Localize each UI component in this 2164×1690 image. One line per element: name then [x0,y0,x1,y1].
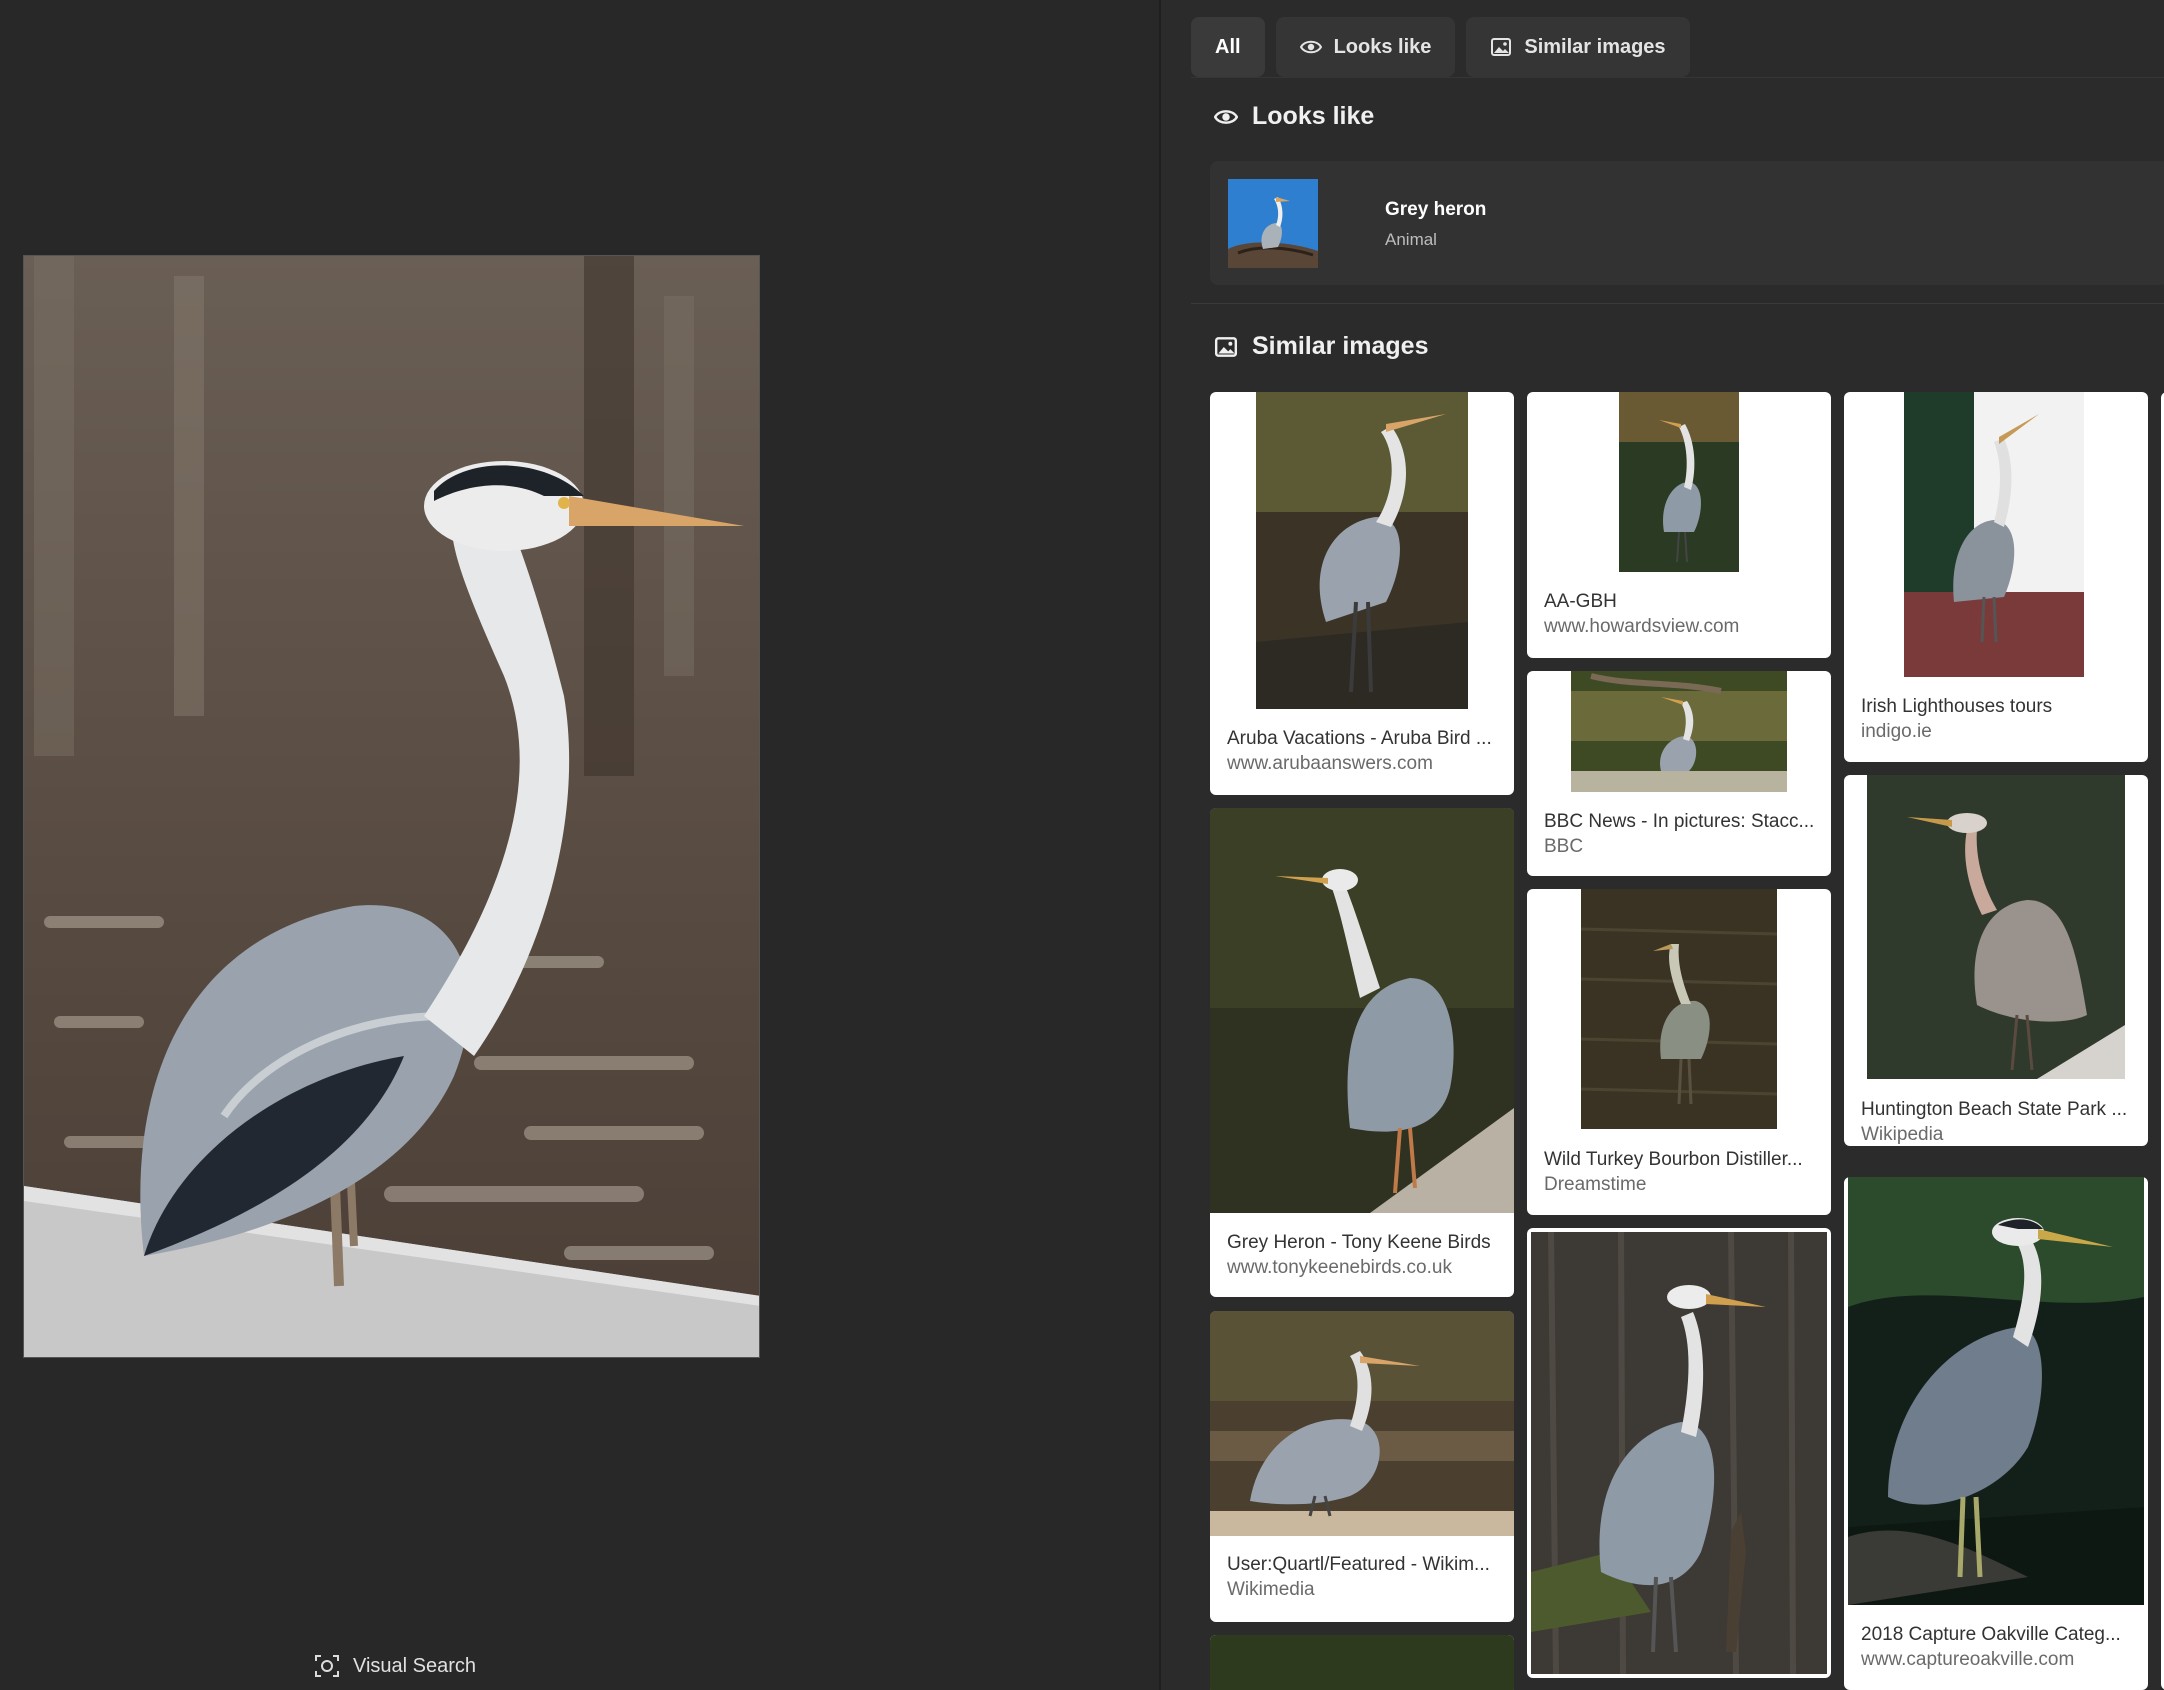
similar-image-title: Grey Heron - Tony Keene Birds [1227,1232,1491,1253]
similar-image-thumbnail [1904,392,2084,677]
tabs-divider [1191,77,2164,78]
visual-search-label: Visual Search [353,1654,477,1677]
similar-image-title: BBC News - In pictures: Stacc... [1544,811,1815,832]
similar-image-title: 2018 Capture Oakville Categ... [1861,1624,2121,1645]
similar-image-title: Wild Turkey Bourbon Distiller... [1544,1149,1803,1170]
similar-image-title: User:Quartl/Featured - Wikim... [1227,1554,1490,1575]
tab-looks-like[interactable]: Looks like [1275,17,1456,77]
looks-like-subtitle: Animal [1385,230,1437,249]
similar-image-card[interactable]: Wild Turkey Bourbon Distiller... Dreamst… [1527,889,1831,1215]
visual-search-icon [315,1655,339,1677]
similar-image-thumbnail [1867,775,2125,1079]
similar-image-card[interactable]: 2018 Capture Oakville Categ... www.captu… [1844,1177,2148,1690]
similar-image-title: AA-GBH [1544,591,1617,612]
similar-image-source: www.howardsview.com [1544,616,1740,637]
section-divider [1191,303,2164,304]
looks-like-result[interactable]: Grey heron Animal [1210,161,2164,285]
similar-image-title: Irish Lighthouses tours [1861,696,2053,717]
tab-all[interactable]: All [1191,17,1265,77]
similar-image-thumbnail [1571,671,1787,792]
similar-image-source: Wikipedia [1861,1124,1944,1145]
looks-like-title: Grey heron [1385,199,1487,220]
similar-image-source: Wikimedia [1227,1579,1315,1600]
similar-image-thumbnail [1619,392,1739,572]
similar-image-thumbnail [1848,1177,2144,1605]
similar-image-source: www.tonykeenebirds.co.uk [1227,1257,1452,1278]
similar-image-source: Dreamstime [1544,1174,1647,1195]
similar-image-thumbnail [1210,1635,1514,1690]
similar-image-card[interactable]: BBC News - In pictures: Stacc... BBC [1527,671,1831,876]
grey-heron-thumbnail [1228,179,1318,268]
similar-images-heading: Similar images [1214,332,1428,361]
similar-image-card[interactable]: Aruba Vacations - Aruba Bird ... www.aru… [1210,392,1514,795]
image-icon [1491,38,1512,56]
similar-image-card[interactable]: Huntington Beach State Park ... Wikipedi… [1844,775,2148,1146]
query-image[interactable] [23,255,760,1358]
tab-label: Similar images [1524,35,1666,58]
similar-image-card[interactable]: Irish Lighthouses tours indigo.ie [1844,392,2148,762]
similar-image-source: www.arubaanswers.com [1227,753,1433,774]
tab-similar-images[interactable]: Similar images [1466,17,1690,77]
similar-image-thumbnail [1210,1311,1514,1536]
image-icon [1214,336,1238,357]
similar-image-card[interactable]: AA-GBH www.howardsview.com [1527,392,1831,658]
similar-image-thumbnail [1531,1232,1827,1674]
looks-like-heading-text: Looks like [1252,102,1375,130]
similar-image-title: Aruba Vacations - Aruba Bird ... [1227,728,1492,749]
tab-label: Looks like [1333,35,1432,58]
similar-image-source: BBC [1544,836,1584,857]
similar-image-thumbnail [1581,889,1777,1129]
similar-images-heading-text: Similar images [1252,332,1429,360]
similar-image-card[interactable]: Grey Heron - Tony Keene Birds www.tonyke… [1210,808,1514,1297]
eye-icon [1214,109,1238,124]
similar-image-card[interactable] [1210,1635,1514,1690]
eye-icon [1299,40,1322,54]
tab-label: All [1215,35,1241,58]
similar-image-source: indigo.ie [1861,721,1932,742]
similar-image-title: Huntington Beach State Park ... [1861,1099,2128,1120]
similar-image-card[interactable] [1527,1228,1831,1678]
similar-image-thumbnail [1210,808,1514,1213]
results-panel: All Looks like Similar images Looks like [1161,0,2164,1690]
similar-image-source: www.captureoakville.com [1861,1649,2075,1670]
looks-like-heading: Looks like [1214,102,1374,131]
similar-image-card[interactable]: User:Quartl/Featured - Wikim... Wikimedi… [1210,1311,1514,1622]
image-viewer: Visual Search [0,0,1159,1690]
similar-image-thumbnail [1256,392,1468,709]
tab-bar: All Looks like Similar images [1191,17,1690,77]
visual-search-button[interactable]: Visual Search [313,1651,476,1681]
